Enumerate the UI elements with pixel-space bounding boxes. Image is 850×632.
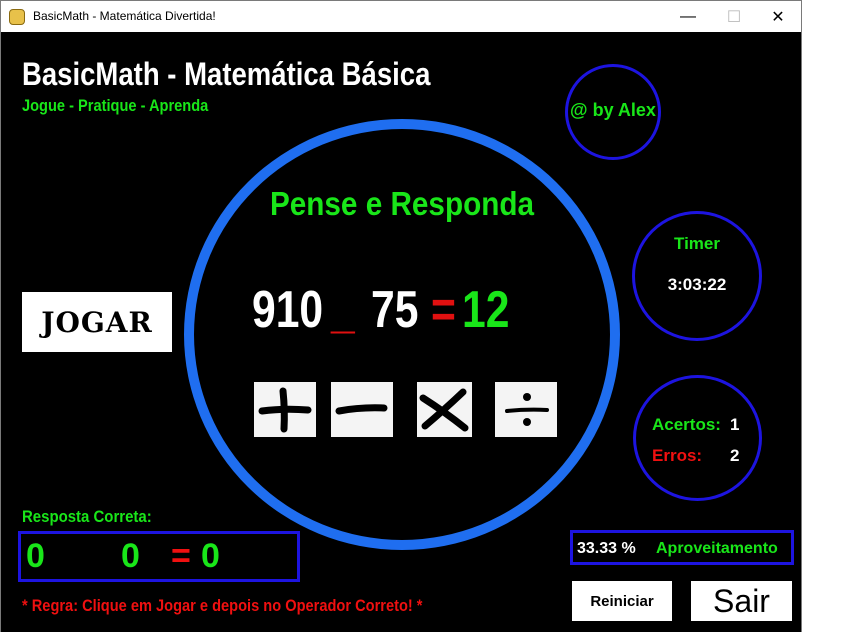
plus-button[interactable] — [254, 382, 316, 437]
errors-value: 2 — [730, 446, 740, 465]
minus-icon — [335, 404, 388, 415]
minus-button[interactable] — [331, 382, 393, 437]
rule-text: * Regra: Clique em Jogar e depois no Ope… — [22, 596, 423, 615]
play-button[interactable]: JOGAR — [22, 292, 172, 352]
operand-a: 910 — [252, 281, 324, 339]
score-circle — [633, 375, 762, 501]
multiply-button[interactable] — [417, 382, 472, 437]
question-result: 12 — [462, 281, 510, 339]
game-canvas: BasicMath - Matemática Básica Jogue - Pr… — [1, 32, 801, 632]
answer-equals-sign: = — [171, 537, 191, 575]
operator-blank: _ — [331, 281, 355, 339]
timer-label: Timer — [674, 234, 720, 253]
correct-answer-title: Resposta Correta: — [22, 507, 152, 526]
app-window: BasicMath - Matemática Divertida! — ☐ ✕ … — [0, 0, 802, 632]
answer-operand-a: 0 — [26, 537, 45, 575]
correct-answer-box — [18, 531, 300, 582]
multiply-icon — [419, 388, 469, 432]
divide-button[interactable] — [495, 382, 557, 437]
python-snake-icon — [9, 9, 25, 25]
restart-button[interactable]: Reiniciar — [572, 581, 672, 621]
divide-icon — [505, 393, 549, 426]
performance-value: 33.33 % — [577, 540, 636, 557]
equals-sign: = — [431, 281, 456, 339]
author-label: @ by Alex — [570, 100, 656, 120]
title-bar[interactable]: BasicMath - Matemática Divertida! — ☐ ✕ — [1, 1, 801, 32]
answer-operand-b: 0 — [121, 537, 140, 575]
minimize-button[interactable]: — — [665, 1, 711, 32]
window-title: BasicMath - Matemática Divertida! — [33, 9, 216, 23]
page-title: BasicMath - Matemática Básica — [22, 56, 431, 92]
close-button[interactable]: ✕ — [755, 1, 801, 32]
answer-result: 0 — [201, 537, 220, 575]
maximize-button[interactable]: ☐ — [711, 1, 757, 32]
performance-label: Aproveitamento — [656, 540, 778, 557]
timer-value: 3:03:22 — [667, 275, 727, 294]
plus-icon — [258, 387, 312, 433]
errors-label: Erros: — [652, 446, 703, 465]
hits-value: 1 — [730, 415, 740, 434]
question-prompt: Pense e Responda — [269, 185, 535, 222]
quit-button[interactable]: Sair — [691, 581, 792, 621]
page-subtitle: Jogue - Pratique - Aprenda — [22, 96, 209, 115]
hits-label: Acertos: — [652, 415, 721, 434]
operand-b: 75 — [371, 281, 419, 339]
